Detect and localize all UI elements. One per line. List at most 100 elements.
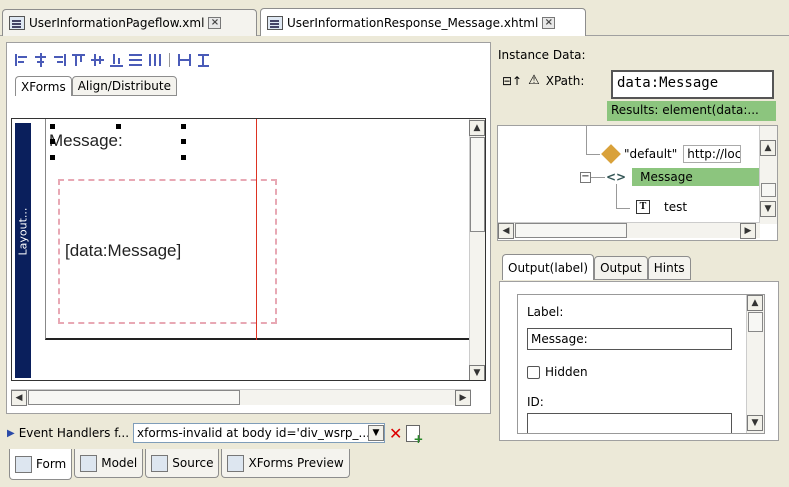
namespace-url: http://loca xyxy=(683,145,742,163)
scroll-down-icon[interactable]: ▼ xyxy=(469,365,485,380)
scroll-right-icon[interactable]: ▶ xyxy=(740,223,756,239)
close-icon[interactable]: × xyxy=(542,16,556,29)
scroll-left-icon[interactable]: ◀ xyxy=(11,390,27,406)
selection-handle[interactable] xyxy=(116,124,121,129)
tab-xhtml[interactable]: UserInformationResponse_Message.xhtml × xyxy=(260,8,586,36)
tab-output[interactable]: Output xyxy=(594,256,648,280)
close-icon[interactable]: × xyxy=(208,17,222,29)
layout-label: Layout... xyxy=(16,207,30,256)
properties-vertical-scrollbar[interactable]: ▲ ▼ xyxy=(746,295,764,433)
message-label-control[interactable]: Message: xyxy=(49,131,123,151)
tree-node-message[interactable]: <> Message xyxy=(606,168,767,186)
event-handler-select[interactable]: xforms-invalid at body id='div_wsrp_... … xyxy=(133,423,386,443)
tree-node-text[interactable]: T test xyxy=(636,200,687,214)
selection-handle[interactable] xyxy=(181,139,186,144)
output-control-box[interactable]: [data:Message] xyxy=(58,179,277,324)
hidden-checkbox[interactable] xyxy=(527,365,540,379)
tab-pageflow[interactable]: UserInformationPageflow.xml × xyxy=(2,9,257,36)
label-input[interactable]: Message: xyxy=(527,328,732,350)
output-binding-text: [data:Message] xyxy=(65,241,182,260)
add-handler-icon[interactable] xyxy=(406,424,423,446)
scroll-thumb[interactable] xyxy=(28,390,240,405)
align-bottom-icon[interactable] xyxy=(110,53,123,67)
expand-arrow-icon[interactable]: ▶ xyxy=(7,428,15,439)
scroll-thumb[interactable] xyxy=(515,223,627,238)
pageflow-file-icon xyxy=(9,16,25,30)
tab-source[interactable]: Source xyxy=(145,449,220,478)
tab-xhtml-label: UserInformationResponse_Message.xhtml xyxy=(287,15,539,30)
tree-line xyxy=(616,184,617,208)
selection-handle[interactable] xyxy=(50,155,55,160)
tree-horizontal-scrollbar[interactable]: ◀ ▶ xyxy=(498,222,760,239)
selection-handle[interactable] xyxy=(181,155,186,160)
id-caption: ID: xyxy=(527,395,544,409)
namespace-label: "default" xyxy=(624,147,678,161)
scroll-thumb[interactable] xyxy=(748,312,763,332)
canvas-vertical-scrollbar[interactable]: ▲ ▼ xyxy=(469,119,485,380)
tab-output-label[interactable]: Output(label) xyxy=(502,254,595,280)
tab-xforms-preview[interactable]: XForms Preview xyxy=(221,449,350,478)
form-area[interactable]: Message: [data:Message] xyxy=(45,119,485,340)
editor-tab-bar: UserInformationPageflow.xml × UserInform… xyxy=(0,0,789,36)
tab-form-label: Form xyxy=(36,457,67,471)
scroll-left-icon[interactable]: ◀ xyxy=(498,223,514,239)
scroll-up-icon[interactable]: ▲ xyxy=(747,295,763,311)
tree-line xyxy=(586,126,587,154)
distribute-horizontal-icon[interactable] xyxy=(148,53,161,67)
view-tabs: Form Model Source XForms Preview xyxy=(9,449,350,480)
xhtml-file-icon xyxy=(267,15,283,30)
layout-bar[interactable]: Layout... xyxy=(12,119,45,380)
tree-vertical-scrollbar[interactable]: ▲ ▼ xyxy=(759,126,777,224)
tab-align-distribute[interactable]: Align/Distribute xyxy=(71,76,177,96)
message-element-label: Message xyxy=(632,168,767,186)
selection-handle[interactable] xyxy=(50,124,55,129)
chevron-down-icon[interactable]: ▼ xyxy=(368,425,385,441)
same-width-icon[interactable] xyxy=(178,53,191,67)
selection-handle[interactable] xyxy=(50,139,55,144)
event-handlers-row: ▶ Event Handlers f... xforms-invalid at … xyxy=(7,422,491,446)
tab-hints[interactable]: Hints xyxy=(647,256,691,280)
instance-data-title: Instance Data: xyxy=(498,48,586,62)
properties-tabs: Output(label) Output Hints xyxy=(502,254,691,280)
form-canvas[interactable]: Layout... Message: [data:Message] ▲ ▼ xyxy=(11,118,486,381)
scroll-thumb[interactable] xyxy=(761,183,776,197)
hidden-option[interactable]: Hidden xyxy=(527,365,588,379)
form-icon xyxy=(15,455,32,473)
tree-line xyxy=(591,177,605,178)
text-node-icon: T xyxy=(636,200,650,214)
align-middle-icon[interactable] xyxy=(91,53,104,67)
delete-icon[interactable]: ✕ xyxy=(389,424,402,443)
element-icon: <> xyxy=(606,170,627,184)
align-right-icon[interactable] xyxy=(53,53,66,67)
scroll-thumb[interactable] xyxy=(470,137,485,232)
scroll-up-icon[interactable]: ▲ xyxy=(760,140,776,156)
same-height-icon[interactable] xyxy=(197,53,210,67)
align-center-icon[interactable] xyxy=(34,53,47,67)
align-top-icon[interactable] xyxy=(72,53,85,67)
scroll-up-icon[interactable]: ▲ xyxy=(469,120,485,136)
design-surface: XForms Align/Distribute Layout... Messag… xyxy=(6,42,491,414)
id-input[interactable] xyxy=(527,413,732,433)
scroll-down-icon[interactable]: ▼ xyxy=(760,201,776,217)
selection-handle[interactable] xyxy=(181,124,186,129)
xpath-input[interactable]: data:Message xyxy=(611,70,774,99)
canvas-horizontal-scrollbar[interactable]: ◀ ▶ xyxy=(11,389,471,406)
tab-model[interactable]: Model xyxy=(74,449,144,478)
align-left-icon[interactable] xyxy=(15,53,28,67)
scroll-right-icon[interactable]: ▶ xyxy=(455,390,471,406)
xpath-label: XPath: xyxy=(545,73,585,88)
namespace-icon xyxy=(601,144,621,164)
tab-pageflow-label: UserInformationPageflow.xml xyxy=(29,16,205,30)
distribute-vertical-icon[interactable] xyxy=(129,53,142,67)
tree-line xyxy=(586,154,600,155)
tree-node-namespace[interactable]: "default" http://loca xyxy=(601,144,742,164)
xpath-tool-icon[interactable]: ⚠ xyxy=(528,73,540,88)
tab-form[interactable]: Form xyxy=(9,449,73,480)
alignment-toolbar xyxy=(15,53,210,67)
instance-tree[interactable]: "default" http://loca − <> Message T tes… xyxy=(497,125,778,241)
collapse-icon[interactable]: − xyxy=(580,172,591,183)
scroll-down-icon[interactable]: ▼ xyxy=(747,415,763,431)
collapse-tree-icon[interactable]: ⊟↑ xyxy=(502,74,522,88)
event-handlers-label: Event Handlers f... xyxy=(18,426,130,440)
tab-xforms[interactable]: XForms xyxy=(15,76,72,96)
